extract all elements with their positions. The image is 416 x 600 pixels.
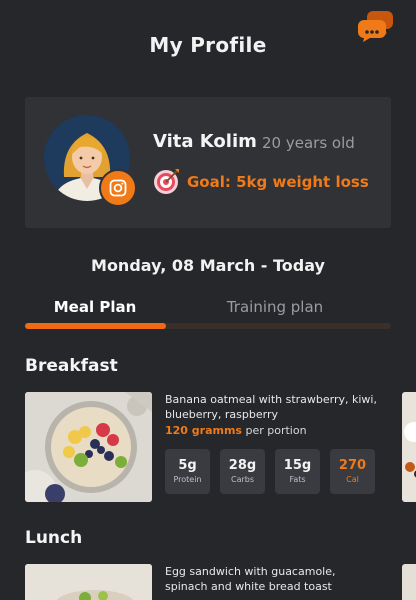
instagram-button[interactable]	[99, 169, 137, 207]
target-icon	[154, 169, 179, 194]
user-age: 20 years old	[262, 134, 355, 152]
tab-indicator-fill	[25, 323, 166, 329]
chat-button[interactable]	[356, 7, 394, 43]
profile-card: Vita Kolim 20 years old Goal: 5kg weight…	[25, 97, 391, 228]
meal-card-breakfast[interactable]: Banana oatmeal with strawberry, kiwi, bl…	[25, 392, 405, 504]
avatar-wrap	[44, 115, 137, 207]
next-lunch-card-peek[interactable]	[402, 564, 416, 600]
section-title-lunch: Lunch	[25, 528, 83, 548]
section-title-breakfast: Breakfast	[25, 356, 118, 376]
nutrient-value: 15g	[283, 458, 312, 473]
tab-meal-plan[interactable]: Meal Plan	[25, 298, 165, 316]
plan-tabs: Meal Plan Training plan	[25, 293, 391, 333]
meal-description: Egg sandwich with guacamole, spinach and…	[165, 565, 336, 593]
instagram-icon	[109, 179, 127, 197]
nutrient-fats: 15g Fats	[275, 449, 320, 494]
nutrient-value: 270	[338, 458, 367, 473]
next-meal-card-peek[interactable]	[402, 392, 416, 502]
portion-quantity: 120 gramms	[165, 424, 242, 437]
nutrient-calories: 270 Cal	[330, 449, 375, 494]
meal-description: Banana oatmeal with strawberry, kiwi, bl…	[165, 393, 377, 421]
nutrient-value: 5g	[178, 458, 197, 473]
portion-suffix: per portion	[241, 424, 307, 437]
page-title: My Profile	[149, 33, 267, 57]
tab-training-plan[interactable]: Training plan	[205, 298, 345, 316]
chat-bubbles-icon	[358, 11, 393, 42]
meal-card-lunch[interactable]: Egg sandwich with guacamole, spinach and…	[25, 564, 405, 600]
user-name: Vita Kolim	[153, 131, 257, 152]
tab-indicator-track	[25, 323, 391, 329]
meal-image-breakfast	[25, 392, 152, 502]
meal-image-lunch	[25, 564, 152, 600]
nutrient-carbs: 28g Carbs	[220, 449, 265, 494]
date-heading: Monday, 08 March - Today	[91, 256, 325, 275]
nutrient-protein: 5g Protein	[165, 449, 210, 494]
nutrient-label: Protein	[173, 475, 202, 484]
goal-text: Goal: 5kg weight loss	[187, 173, 369, 191]
nutrient-label: Cal	[346, 475, 359, 484]
nutrient-label: Carbs	[230, 475, 255, 484]
nutrient-label: Fats	[289, 475, 306, 484]
nutrient-value: 28g	[228, 458, 257, 473]
meal-portion: 120 gramms per portion	[165, 424, 307, 437]
header: My Profile	[0, 0, 416, 92]
